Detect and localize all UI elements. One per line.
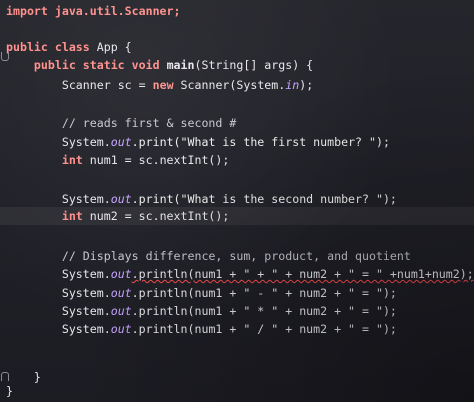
field-name: out <box>110 286 132 300</box>
field-name: out <box>110 135 132 149</box>
code-text: System. <box>61 322 111 336</box>
code-line-scanner[interactable]: Scanner sc = new Scanner(System.in); <box>0 76 474 94</box>
code-text: (String[] args) { <box>194 58 314 72</box>
keyword: int <box>61 153 83 167</box>
method-name: main <box>166 58 195 72</box>
code-text: .println(num1 + " / " + num2 + " = "); <box>131 322 397 336</box>
code-text: .println(num1 + " * " + num2 + " = "); <box>131 304 397 318</box>
field-name: out <box>110 322 132 336</box>
field-name: in <box>285 78 300 92</box>
keyword: int <box>61 209 83 223</box>
keyword: void <box>131 58 160 72</box>
code-text-error: .println(num1 + " + " + num2 + " = " +nu… <box>131 267 474 281</box>
code-line-main[interactable]: public static void main(String[] args) { <box>0 56 474 74</box>
code-text: Scanner(System. <box>173 78 286 92</box>
code-line-println-quotient[interactable]: System.out.println(num1 + " / " + num2 +… <box>0 320 474 338</box>
code-line-comment-1[interactable]: // reads first & second # <box>0 114 474 132</box>
code-line-num2-current[interactable]: int num2 = sc.nextInt(); <box>0 207 474 225</box>
code-line-num1[interactable]: int num1 = sc.nextInt(); <box>0 151 474 169</box>
code-line-println-product[interactable]: System.out.println(num1 + " * " + num2 +… <box>0 302 474 320</box>
keyword: public class <box>6 40 90 54</box>
code-line-println-sum[interactable]: System.out.println(num1 + " + " + num2 +… <box>0 265 474 283</box>
field-name: out <box>110 192 132 206</box>
code-text: .println(num1 + " - " + num2 + " = "); <box>131 286 397 300</box>
field-name: out <box>110 267 132 281</box>
code-editor[interactable]: import java.util.Scanner; public class A… <box>0 0 474 402</box>
code-text: import java.util.Scanner; <box>6 4 181 18</box>
code-text: num1 = sc.nextInt(); <box>82 153 230 167</box>
type-name: Scanner <box>61 78 111 92</box>
code-text: System. <box>61 304 111 318</box>
code-text: .print("What is the first number? "); <box>131 135 390 149</box>
code-text: } <box>6 384 13 398</box>
code-line-println-diff[interactable]: System.out.println(num1 + " - " + num2 +… <box>0 284 474 302</box>
code-line-comment-2[interactable]: // Displays difference, sum, product, an… <box>0 247 474 265</box>
code-text: App { <box>89 40 132 54</box>
code-line-print-1[interactable]: System.out.print("What is the first numb… <box>0 133 474 151</box>
code-text: System. <box>61 192 111 206</box>
code-line-print-2[interactable]: System.out.print("What is the second num… <box>0 190 474 208</box>
code-text: num2 = sc.nextInt(); <box>82 209 230 223</box>
comment: // Displays difference, sum, product, an… <box>61 249 411 263</box>
code-text: ); <box>299 78 314 92</box>
keyword: public static <box>33 58 125 72</box>
code-text: .print("What is the second number? "); <box>131 192 397 206</box>
comment: // reads first & second # <box>61 116 237 130</box>
code-text: System. <box>61 135 111 149</box>
code-text: System. <box>61 286 111 300</box>
field-name: out <box>110 304 132 318</box>
keyword: new <box>152 78 174 92</box>
code-text: sc = <box>110 78 153 92</box>
code-line-import[interactable]: import java.util.Scanner; <box>0 2 474 20</box>
code-line-class[interactable]: public class App { <box>0 38 474 56</box>
code-text: System. <box>61 267 111 281</box>
code-line-close-class[interactable]: } <box>0 382 474 400</box>
